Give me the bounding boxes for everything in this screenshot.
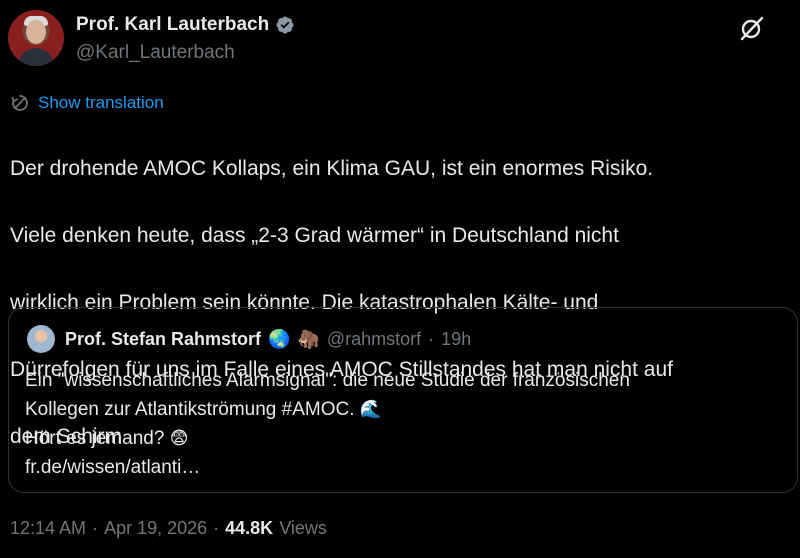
quoted-text-line-content: Kollegen zur Atlantikströmung #AMOC. [25,399,355,420]
quoted-text-line: Kollegen zur Atlantikströmung #AMOC. 🌊 [25,395,785,424]
wave-emoji-icon: 🌊 [359,399,383,419]
separator-dot: · [92,518,99,538]
tweet-text-line: Viele denken heute, dass „2-3 Grad wärme… [10,223,619,247]
show-translation-label[interactable]: Show translation [38,93,164,113]
translate-icon [11,95,28,111]
separator-dot: · [428,328,435,349]
mammoth-emoji-icon: 🦣 [297,328,320,349]
author-name-row: Prof. Karl Lauterbach [76,12,295,38]
quoted-tweet-header: Prof. Stefan Rahmstorf 🌏 🦣 @rahmstorf · … [65,325,471,353]
tweet-time[interactable]: 12:14 AM [10,518,86,539]
author-display-name[interactable]: Prof. Karl Lauterbach [76,14,269,36]
quoted-text-line: Hört es jemand? 😨 [25,424,785,453]
quoted-text-line-content: Hört es jemand? [25,428,165,449]
tweet-meta-row: 12:14 AM · Apr 19, 2026 · 44.8K Views [10,518,327,539]
verified-badge-icon[interactable] [275,15,295,35]
tweet-date[interactable]: Apr 19, 2026 [104,518,207,539]
quoted-author-handle[interactable]: @rahmstorf [327,329,421,350]
grok-icon[interactable] [738,14,766,42]
quoted-author-name[interactable]: Prof. Stefan Rahmstorf [65,329,261,350]
fearful-face-emoji-icon: 😨 [169,428,189,448]
author-handle[interactable]: @Karl_Lauterbach [76,42,235,64]
show-translation-link[interactable]: Show translation [10,93,164,113]
avatar-face [26,20,46,44]
quoted-author-avatar[interactable] [27,325,55,353]
views-label: Views [279,518,327,538]
quoted-link[interactable]: fr.de/wissen/atlanti… [25,453,785,482]
quoted-tweet-text: Ein "wissenschaftliches Alarmsignal": di… [25,366,785,482]
quoted-tweet-time[interactable]: 19h [441,329,471,350]
globe-emoji-icon: 🌏 [268,328,291,349]
tweet-text-line: Der drohende AMOC Kollaps, ein Klima GAU… [10,156,654,180]
quoted-link-text[interactable]: fr.de/wissen/atlanti… [25,457,200,478]
author-avatar[interactable] [8,10,64,66]
quoted-tweet-card[interactable]: Prof. Stefan Rahmstorf 🌏 🦣 @rahmstorf · … [8,307,798,493]
separator-dot: · [213,518,220,538]
quoted-text-line: Ein "wissenschaftliches Alarmsignal": di… [25,366,785,395]
views-count: 44.8K [225,518,274,538]
avatar-suit [18,48,54,66]
quoted-text-line-content: Ein "wissenschaftliches Alarmsignal": di… [25,370,630,391]
